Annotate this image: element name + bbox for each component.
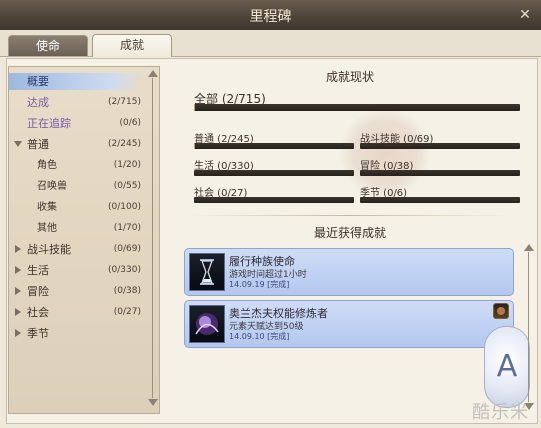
- scroll-track[interactable]: [528, 252, 529, 402]
- sidebar-item-other[interactable]: 其他 (1/70): [9, 220, 141, 237]
- expand-arrow-icon[interactable]: [15, 329, 21, 337]
- sidebar-item-count: (0/330): [108, 265, 141, 275]
- hourglass-icon: [189, 253, 225, 291]
- close-icon[interactable]: ✕: [515, 5, 535, 25]
- sidebar-item-combat-skill[interactable]: 战斗技能 (0/69): [9, 241, 141, 258]
- tab-bar: 使命 成就: [0, 30, 541, 57]
- window-title: 里程碑: [249, 9, 292, 25]
- sidebar-item-season[interactable]: 季节: [9, 325, 141, 342]
- recent-scrollbar[interactable]: [524, 244, 534, 410]
- sidebar-item-count: (0/6): [119, 118, 141, 128]
- total-progress-bar: [194, 104, 520, 111]
- sidebar-item-general[interactable]: 普通 (2/245): [9, 136, 141, 153]
- sidebar-item-count: (2/715): [108, 97, 141, 107]
- progress-bar-life: [194, 170, 354, 176]
- progress-fill: [194, 104, 195, 111]
- status-title: 成就现状: [325, 70, 374, 84]
- sidebar-item-adventure[interactable]: 冒险 (0/38): [9, 283, 141, 300]
- progress-bar-general: [194, 143, 354, 149]
- sidebar-item-label: 普通: [27, 138, 49, 151]
- sidebar-item-life[interactable]: 生活 (0/330): [9, 262, 141, 279]
- sidebar-item-count: (1/20): [113, 160, 141, 170]
- recent-achievement-card[interactable]: 履行种族使命 游戏时间超过1小时 14.09.19 [完成]: [184, 248, 514, 296]
- sidebar-item-character[interactable]: 角色 (1/20): [9, 157, 141, 174]
- expand-arrow-icon[interactable]: [15, 266, 21, 274]
- sidebar-item-collection[interactable]: 收集 (0/100): [9, 199, 141, 216]
- tab-achievement[interactable]: 成就: [92, 34, 172, 57]
- scroll-track[interactable]: [152, 78, 153, 398]
- tab-mission[interactable]: 使命: [8, 35, 88, 56]
- progress-bar-season: [360, 197, 520, 203]
- sidebar-item-summon[interactable]: 召唤兽 (0/55): [9, 178, 141, 195]
- recent-title: 最近获得成就: [313, 226, 386, 240]
- sidebar-item-label: 其他: [37, 223, 57, 234]
- overview-panel: 成就现状 全部 (2/715) 普通 (2/245) 战斗技能 (0/69) 生…: [170, 60, 530, 416]
- title-bar: 里程碑 ✕: [0, 0, 541, 31]
- expand-arrow-icon[interactable]: [15, 308, 21, 316]
- sidebar-item-count: (1/70): [113, 223, 141, 233]
- scroll-up-icon[interactable]: [148, 70, 158, 77]
- progress-bar-adventure: [360, 170, 520, 176]
- sidebar-item-count: (0/27): [113, 307, 141, 317]
- site-watermark: 酷乐米: [472, 402, 529, 423]
- scroll-up-icon[interactable]: [524, 244, 534, 251]
- category-sidebar: 概要 达成 (2/715) 正在追踪 (0/6) 普通 (2/245) 角色 (…: [8, 66, 160, 414]
- expand-arrow-icon[interactable]: [14, 141, 22, 147]
- sidebar-item-label: 概要: [27, 75, 49, 88]
- sidebar-item-tracking[interactable]: 正在追踪 (0/6): [9, 115, 141, 132]
- scroll-down-icon[interactable]: [148, 399, 158, 406]
- sidebar-item-label: 战斗技能: [27, 243, 71, 256]
- sidebar-item-overview[interactable]: 概要: [9, 73, 141, 90]
- expand-arrow-icon[interactable]: [15, 287, 21, 295]
- progress-bar-combat-skill: [360, 143, 520, 149]
- sidebar-item-label: 召唤兽: [37, 181, 67, 192]
- sidebar-item-count: (0/38): [113, 286, 141, 296]
- sidebar-item-label: 正在追踪: [27, 117, 71, 130]
- sidebar-item-social[interactable]: 社会 (0/27): [9, 304, 141, 321]
- sidebar-item-label: 冒险: [27, 285, 49, 298]
- sidebar-item-count: (0/100): [108, 202, 141, 212]
- progress-fill: [194, 143, 196, 149]
- magic-orb-icon: [189, 305, 225, 343]
- achievement-date: 14.09.19 [完成]: [229, 280, 290, 289]
- progress-bar-social: [194, 197, 354, 203]
- section-divider: [190, 215, 510, 216]
- recent-achievement-card[interactable]: 奥兰杰夫权能修炼者 元素天赋达到50级 14.09.10 [完成]: [184, 300, 514, 348]
- sidebar-item-label: 收集: [37, 202, 57, 213]
- sidebar-scrollbar[interactable]: [148, 70, 158, 406]
- sidebar-item-label: 社会: [27, 306, 49, 319]
- sidebar-item-label: 季节: [27, 327, 49, 340]
- sidebar-item-label: 达成: [27, 96, 49, 109]
- achievement-date: 14.09.10 [完成]: [229, 332, 290, 341]
- sidebar-item-label: 角色: [37, 160, 57, 171]
- sidebar-item-count: (2/245): [108, 139, 141, 149]
- sidebar-item-label: 生活: [27, 264, 49, 277]
- sidebar-item-completed[interactable]: 达成 (2/715): [9, 94, 141, 111]
- reward-item-icon[interactable]: [493, 303, 509, 319]
- sidebar-item-count: (0/55): [113, 181, 141, 191]
- expand-arrow-icon[interactable]: [15, 245, 21, 253]
- sidebar-item-count: (0/69): [113, 244, 141, 254]
